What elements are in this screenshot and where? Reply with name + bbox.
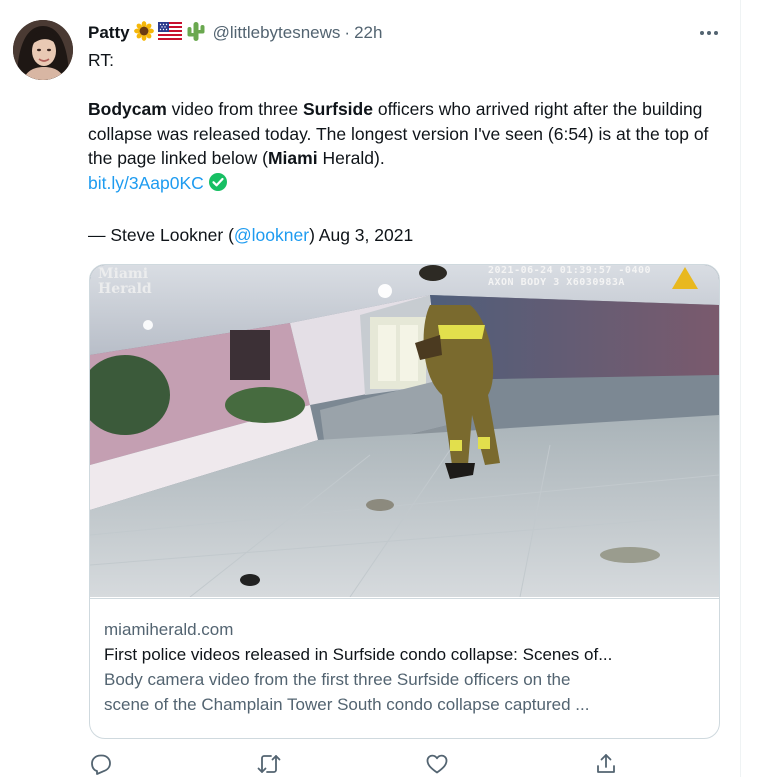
stamp-line-1: 2021-06-24 01:39:57 -0400 <box>488 265 652 276</box>
bold-word-miami: Miami <box>267 148 318 168</box>
text-run-3: Herald). <box>317 148 385 168</box>
reply-icon <box>91 754 111 775</box>
avatar[interactable] <box>13 20 73 80</box>
tweet-paragraph: Bodycam video from three Surfside office… <box>88 97 728 171</box>
rt-label: RT: <box>88 50 114 70</box>
card-image[interactable]: Miami Herald 2021-06-24 01:39:57 -0400 A… <box>90 265 719 597</box>
timestamp[interactable]: 22h <box>354 23 382 43</box>
link-preview-card[interactable]: Miami Herald 2021-06-24 01:39:57 -0400 A… <box>89 264 720 739</box>
text-run-1: video from three <box>166 99 303 119</box>
mention-link[interactable]: @lookner <box>234 225 309 245</box>
card-domain: miamiherald.com <box>104 620 234 639</box>
heart-icon <box>426 754 448 774</box>
card-description-line-1: Body camera video from the first three S… <box>104 670 571 689</box>
watermark-line-1: Miami <box>98 266 149 282</box>
sunflower-emoji <box>133 20 155 46</box>
cactus-emoji <box>185 20 207 47</box>
action-bar <box>0 752 740 777</box>
tweet-header: Patty @littlebytesnews · 22h <box>88 20 382 47</box>
card-description-line-2: scene of the Champlain Tower South condo… <box>104 695 590 714</box>
attribution-line: — Steve Lookner (@lookner) Aug 3, 2021 <box>88 223 728 248</box>
bodycam-timestamp: 2021-06-24 01:39:57 -0400 AXON BODY 3 X6… <box>488 265 651 289</box>
reply-button[interactable] <box>89 752 113 776</box>
user-handle[interactable]: @littlebytesnews <box>213 23 341 43</box>
share-button[interactable] <box>594 752 618 776</box>
like-button[interactable] <box>425 752 449 776</box>
separator-dot: · <box>344 23 351 42</box>
link-line: bit.ly/3Aap0KC <box>88 171 728 199</box>
retweet-button[interactable] <box>256 752 281 776</box>
short-link[interactable]: bit.ly/3Aap0KC <box>88 173 204 193</box>
bold-word-surfside: Surfside <box>302 99 373 119</box>
more-horizontal-icon[interactable] <box>694 22 724 44</box>
check-circle-icon <box>208 172 228 199</box>
attribution-prefix: — Steve Lookner ( <box>88 224 234 245</box>
us-flag-emoji <box>157 21 182 45</box>
retweet-icon <box>257 755 281 773</box>
share-icon <box>597 754 615 773</box>
attribution-suffix: ) Aug 3, 2021 <box>309 224 414 245</box>
stamp-line-2: AXON BODY 3 X6030983A <box>488 277 625 288</box>
tweet[interactable]: Patty @littlebytesnews · 22h RT: Bodycam… <box>0 0 740 777</box>
column-divider <box>740 0 741 777</box>
watermark-line-2: Herald <box>98 281 152 297</box>
tweet-text: RT: Bodycam video from three Surfside of… <box>88 48 728 247</box>
image-watermark: Miami Herald <box>98 267 152 297</box>
bold-word-bodycam: Bodycam <box>88 99 167 119</box>
card-title: First police videos released in Surfside… <box>104 645 613 664</box>
display-name[interactable]: Patty <box>88 23 130 43</box>
card-meta[interactable]: miamiherald.com First police videos rele… <box>90 598 719 738</box>
